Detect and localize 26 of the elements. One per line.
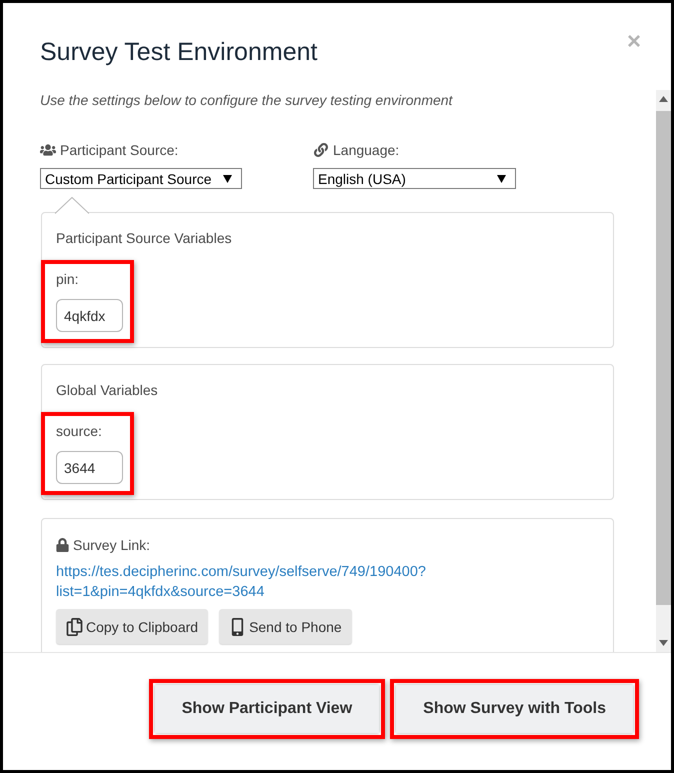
field-label: source:	[56, 422, 103, 440]
scroll-down-icon[interactable]	[659, 640, 668, 646]
field-label: pin:	[56, 270, 80, 288]
input-field[interactable]: 4qkfdx	[56, 299, 123, 332]
copy-button[interactable]: Copy to Clipboard	[56, 609, 208, 644]
panel-title: Global Variables	[56, 381, 159, 399]
users-icon	[40, 143, 56, 157]
dropdown-select[interactable]: Custom Participant Source	[40, 168, 242, 189]
send-button[interactable]: Send to Phone	[219, 609, 352, 644]
input-field[interactable]: 3644	[56, 451, 123, 484]
caret-icon	[223, 174, 232, 182]
dialog-title: Survey Test Environment	[40, 37, 318, 68]
panel-title: Participant Source Variables	[56, 229, 233, 247]
copy-icon	[66, 618, 83, 636]
survey-link-label: Survey Link:	[73, 536, 150, 554]
caret-icon	[497, 174, 506, 182]
survey-link[interactable]: https://tes.decipherinc.com/survey/selfserve/749/190400?list=1&pin=4qkfdx&source=3644	[56, 562, 436, 602]
select-label: Language:	[333, 141, 400, 159]
description-text: Use the settings below to configure the survey testing environment	[40, 91, 454, 109]
participant-view-button[interactable]: Show Participant View	[154, 685, 380, 733]
lock-icon	[56, 538, 69, 552]
survey-tools-button[interactable]: Show Survey with Tools	[396, 685, 633, 733]
scroll-up-icon[interactable]	[659, 96, 668, 102]
dropdown-select[interactable]: English (USA)	[313, 168, 516, 189]
select-label: Participant Source:	[60, 141, 178, 159]
link-icon	[313, 143, 329, 157]
